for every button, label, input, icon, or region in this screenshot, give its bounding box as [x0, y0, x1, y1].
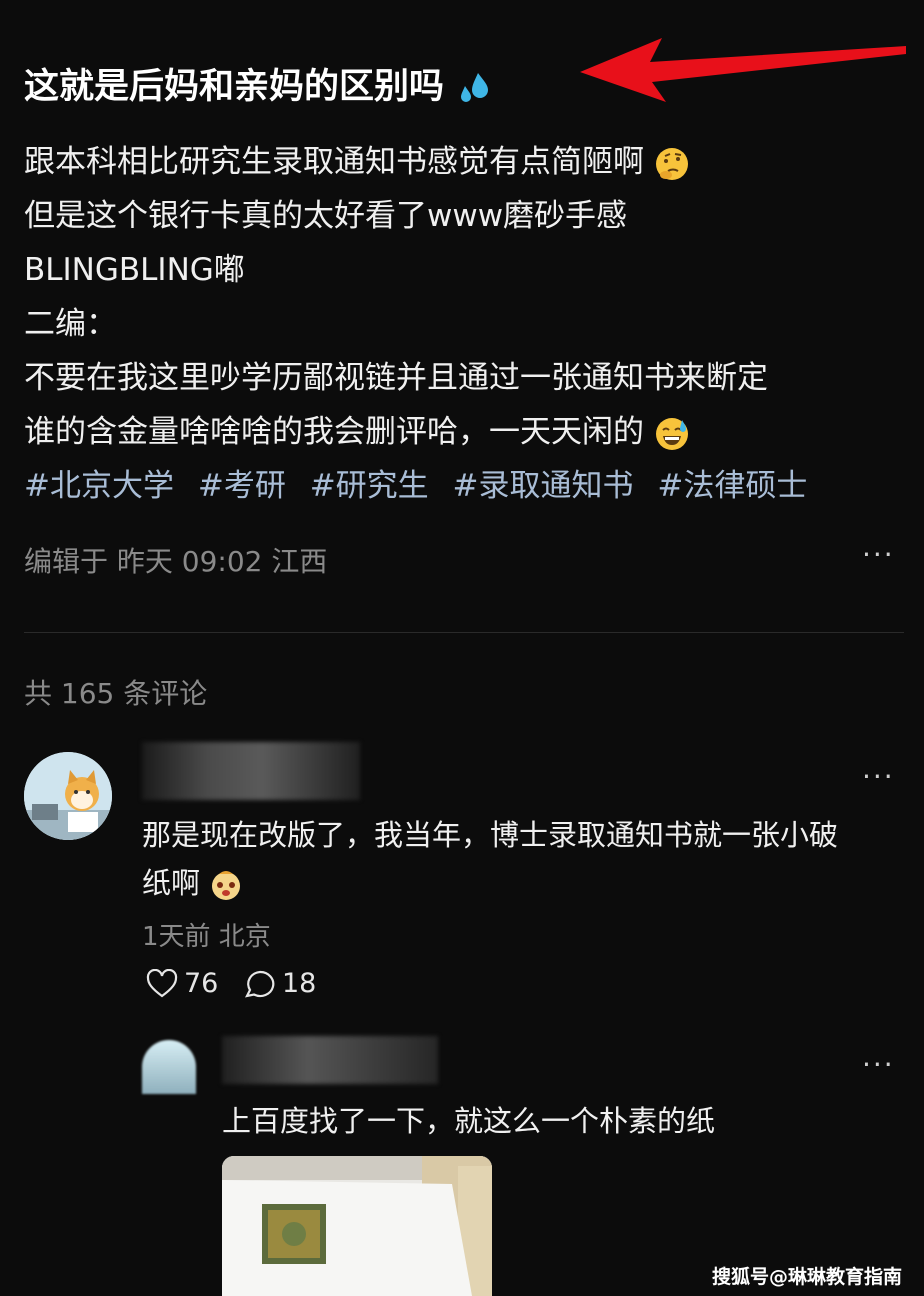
crying-face-icon	[212, 871, 241, 900]
speech-bubble-icon	[244, 970, 275, 998]
like-button[interactable]: 76	[146, 968, 218, 999]
post-line-5: 不要在我这里吵学历鄙视链并且通过一张通知书来断定	[24, 360, 768, 396]
hashtag-link[interactable]: #考研	[198, 468, 286, 504]
heart-icon	[146, 968, 178, 997]
post-line-4: 二编：	[24, 306, 117, 342]
hashtag-list: #北京大学 #考研 #研究生 #录取通知书 #法律硕士	[24, 460, 821, 505]
post-title-text: 这就是后妈和亲妈的区别吗	[24, 67, 445, 107]
grinning-sweat-icon	[655, 417, 688, 450]
post-meta: 编辑于 昨天 09:02 江西	[24, 545, 328, 578]
divider	[24, 632, 904, 633]
watermark: 搜狐号@琳琳教育指南	[711, 1266, 902, 1288]
post-more-icon[interactable]: ···	[862, 538, 895, 571]
comment-count: 共 165 条评论	[24, 677, 208, 710]
comment-text-line-2: 纸啊	[142, 860, 243, 902]
reply-avatar[interactable]	[142, 1040, 196, 1094]
admission-letter-photo	[222, 1156, 492, 1296]
reply-photo[interactable]	[222, 1156, 492, 1296]
reply-text: 上百度找了一下，就这么一个朴素的纸	[222, 1104, 716, 1138]
hashtag-link[interactable]: #北京大学	[24, 468, 174, 504]
like-count: 76	[184, 968, 219, 999]
comment-text-line-1: 那是现在改版了，我当年，博士录取通知书就一张小破	[142, 818, 839, 852]
red-arrow-icon	[580, 38, 906, 102]
hashtag-link[interactable]: #录取通知书	[453, 468, 634, 504]
post-line-2: 但是这个银行卡真的太好看了www磨砂手感	[24, 198, 628, 234]
comment-meta: 1天前 北京	[142, 922, 271, 952]
post-line-1: 跟本科相比研究生录取通知书感觉有点简陋啊	[24, 136, 690, 182]
thinking-face-icon	[655, 147, 688, 180]
reply-more-icon[interactable]: ···	[862, 1048, 895, 1081]
shiba-avatar-icon	[24, 752, 112, 840]
hashtag-link[interactable]: #研究生	[310, 468, 429, 504]
reply-button[interactable]: 18	[244, 968, 316, 999]
avatar[interactable]	[24, 752, 112, 840]
reply-count: 18	[282, 968, 317, 999]
comment-more-icon[interactable]: ···	[862, 760, 895, 793]
reply-author-name[interactable]	[222, 1036, 438, 1084]
post-title: 这就是后妈和亲妈的区别吗	[24, 58, 492, 109]
sweat-droplets-icon	[461, 73, 489, 102]
post-line-3: BLINGBLING嘟	[24, 252, 245, 288]
hashtag-link[interactable]: #法律硕士	[657, 468, 807, 504]
comment-author-name[interactable]	[142, 742, 360, 800]
post-line-6: 谁的含金量啥啥啥的我会删评哈，一天天闲的	[24, 406, 690, 452]
